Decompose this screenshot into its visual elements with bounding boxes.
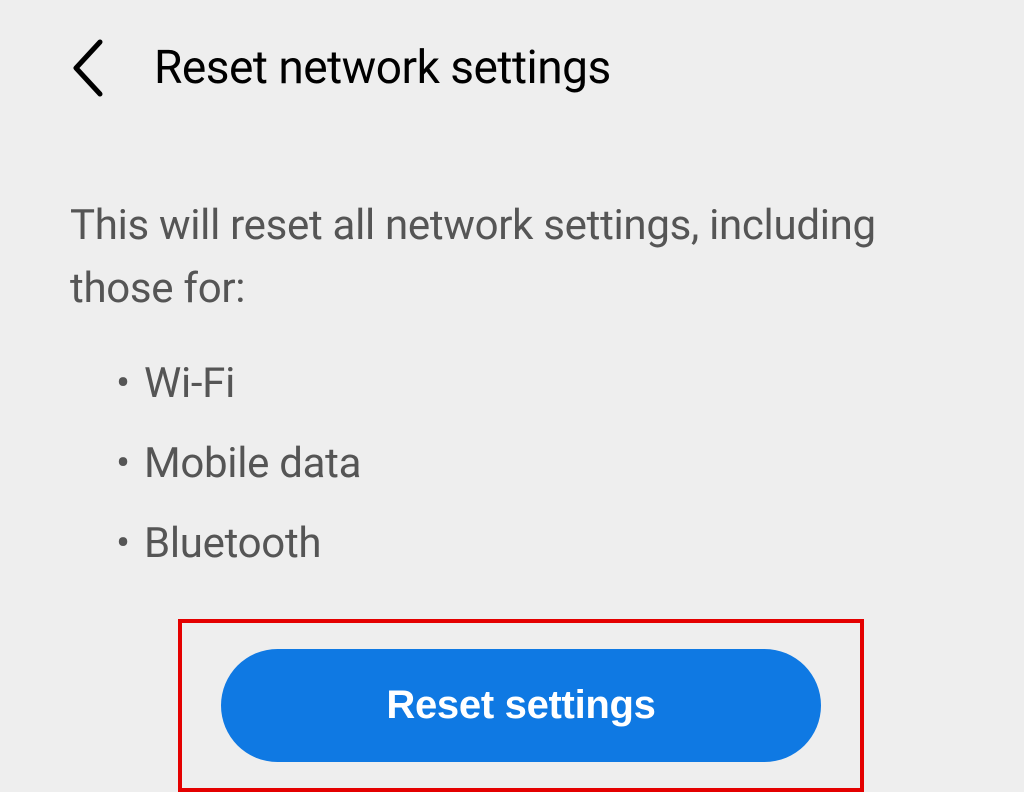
list-item: Bluetooth	[116, 504, 954, 584]
reset-items-list: Wi-Fi Mobile data Bluetooth	[70, 344, 954, 583]
settings-screen: Reset network settings This will reset a…	[0, 0, 1024, 792]
reset-settings-button[interactable]: Reset settings	[221, 649, 821, 762]
back-icon[interactable]	[70, 38, 106, 98]
list-item: Mobile data	[116, 424, 954, 504]
description-text: This will reset all network settings, in…	[70, 194, 954, 320]
page-title: Reset network settings	[154, 41, 611, 95]
header: Reset network settings	[70, 38, 954, 98]
list-item: Wi-Fi	[116, 344, 954, 424]
highlight-box: Reset settings	[178, 619, 864, 792]
